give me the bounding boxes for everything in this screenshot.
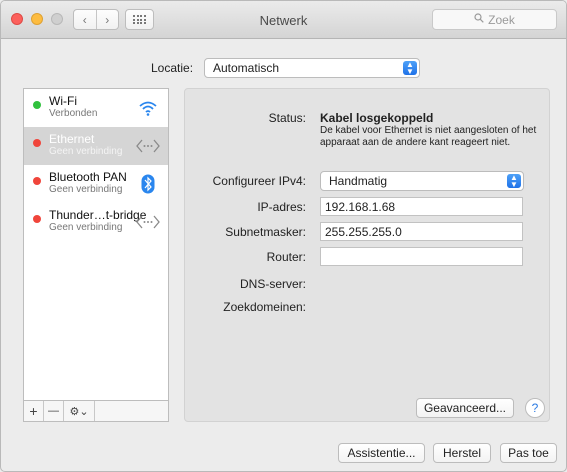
back-button[interactable]: ‹: [74, 10, 96, 29]
service-item-wifi[interactable]: Wi-Fi Verbonden: [24, 89, 168, 127]
router-field[interactable]: [320, 247, 523, 266]
forward-button[interactable]: ›: [95, 10, 119, 29]
service-list: Wi-Fi Verbonden Ethernet Geen verbinding: [23, 88, 169, 401]
service-list-toolbar: + — ⚙⌄: [23, 401, 169, 422]
remove-service-button[interactable]: —: [44, 401, 64, 421]
minus-icon: —: [48, 405, 59, 417]
search-field[interactable]: Zoek: [432, 9, 557, 30]
search-domains-label: Zoekdomeinen:: [223, 300, 306, 314]
status-description: De kabel voor Ethernet is niet aangeslot…: [320, 125, 537, 148]
thunderbolt-bridge-icon: [136, 211, 160, 233]
close-window-button[interactable]: [11, 13, 23, 25]
location-label: Locatie:: [151, 61, 194, 75]
subnet-mask-label: Subnetmasker:: [225, 225, 306, 239]
location-popup[interactable]: Automatisch ▲ ▼: [204, 58, 420, 78]
service-item-bluetooth-pan[interactable]: Bluetooth PAN Geen verbinding: [24, 165, 168, 203]
router-label: Router:: [266, 250, 306, 264]
advanced-button[interactable]: Geavanceerd...: [416, 398, 514, 418]
add-service-button[interactable]: +: [24, 401, 44, 421]
ipv4-value: Handmatig: [329, 174, 388, 188]
detail-pane: Status: Kabel losgekoppeld De kabel voor…: [184, 88, 550, 422]
search-icon: [474, 13, 484, 26]
network-preferences-window: ‹ › Netwerk Zoek Locatie: Automatisch ▲ ▼: [0, 0, 567, 472]
assistant-button[interactable]: Assistentie...: [338, 443, 425, 463]
location-value: Automatisch: [213, 61, 280, 75]
revert-button[interactable]: Herstel: [433, 443, 491, 463]
chevron-left-icon: ‹: [82, 12, 87, 27]
chevron-right-icon: ›: [105, 12, 110, 27]
nav-buttons: ‹ ›: [73, 9, 119, 30]
show-all-button[interactable]: [125, 9, 154, 30]
ipv4-config-popup[interactable]: Handmatig ▲ ▼: [320, 171, 524, 191]
status-dot: [33, 139, 41, 147]
search-placeholder: Zoek: [488, 12, 515, 27]
ipv4-label: Configureer IPv4:: [212, 174, 306, 188]
help-button[interactable]: ?: [525, 398, 545, 418]
service-action-button[interactable]: ⚙⌄: [64, 401, 95, 421]
status-dot: [33, 177, 41, 185]
minimize-window-button[interactable]: [31, 13, 43, 25]
titlebar: ‹ › Netwerk Zoek: [1, 1, 566, 39]
dns-server-label: DNS-server:: [239, 277, 306, 291]
ethernet-icon: [136, 135, 160, 157]
status-dot: [33, 215, 41, 223]
bluetooth-icon: [136, 173, 160, 195]
gear-icon: ⚙⌄: [69, 405, 89, 418]
ip-address-label: IP-adres:: [257, 200, 306, 214]
status-dot: [33, 101, 41, 109]
grid-icon: [133, 15, 146, 24]
service-item-thunderbolt-bridge[interactable]: Thunder…t-bridge Geen verbinding: [24, 203, 168, 241]
popup-arrows-icon: ▲ ▼: [507, 174, 521, 189]
popup-arrows-icon: ▲ ▼: [403, 61, 417, 76]
subnet-mask-field[interactable]: 255.255.255.0: [320, 222, 523, 241]
plus-icon: +: [29, 403, 38, 419]
wifi-icon: [136, 97, 160, 119]
status-value: Kabel losgekoppeld: [320, 111, 434, 125]
zoom-window-button[interactable]: [51, 13, 63, 25]
apply-button[interactable]: Pas toe: [500, 443, 557, 463]
ip-address-field[interactable]: 192.168.1.68: [320, 197, 523, 216]
service-item-ethernet[interactable]: Ethernet Geen verbinding: [24, 127, 168, 165]
status-label: Status:: [268, 111, 306, 125]
